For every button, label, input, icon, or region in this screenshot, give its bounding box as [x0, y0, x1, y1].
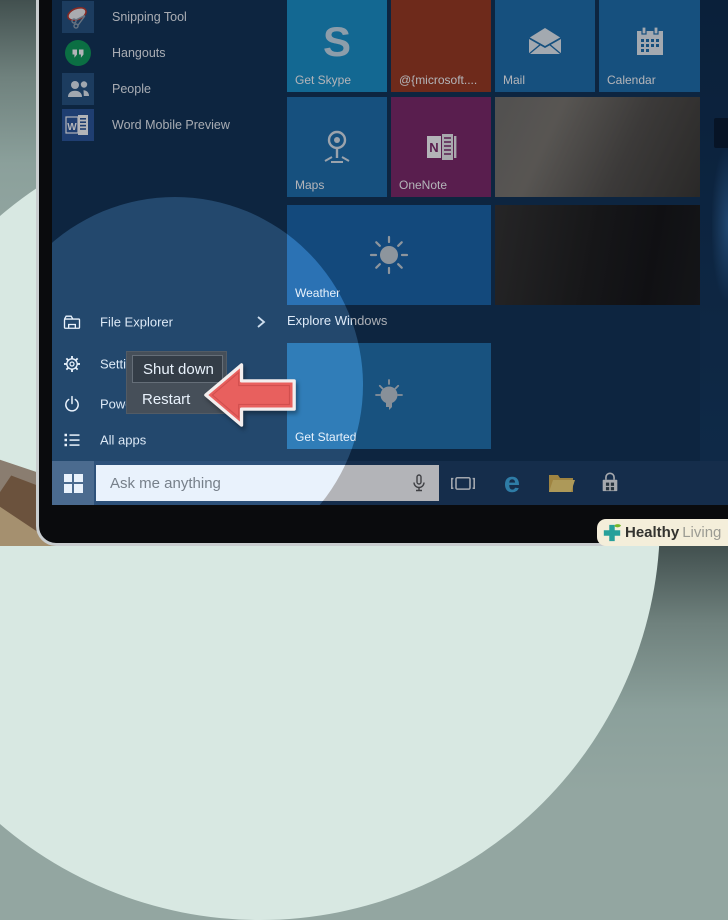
desktop-glow: [712, 150, 728, 300]
tile-maps[interactable]: Maps: [287, 97, 387, 197]
task-view-icon: [451, 476, 475, 490]
app-item-people[interactable]: People: [62, 73, 292, 105]
menu-label: All apps: [100, 432, 147, 448]
file-explorer-taskbar-button[interactable]: [541, 461, 581, 505]
store-button[interactable]: [590, 461, 630, 505]
tile-label: Get Started: [295, 430, 357, 444]
word-icon: W: [62, 109, 94, 141]
healthy-living-cross-icon: [603, 523, 622, 541]
tile-microsoft[interactable]: @{microsoft....: [391, 0, 491, 92]
tile-dark-blurred[interactable]: [495, 205, 700, 305]
snipping-tool-icon: [62, 1, 94, 33]
tile-label: @{microsoft....: [399, 73, 478, 87]
app-item-snipping-tool[interactable]: Snipping Tool: [62, 1, 292, 33]
tile-label: Get Skype: [295, 73, 352, 87]
menu-label: File Explorer: [100, 314, 173, 330]
tile-onenote[interactable]: N OneNote: [391, 97, 491, 197]
edge-browser-button[interactable]: e: [492, 461, 532, 505]
tile-mail[interactable]: Mail: [495, 0, 595, 92]
start-menu-screen: Snipping Tool Hangouts People W Word Mob…: [52, 0, 728, 505]
tile-label: Weather: [295, 286, 341, 300]
section-explore-windows: Explore Windows: [287, 313, 388, 328]
context-item-label: Restart: [142, 390, 191, 408]
start-button[interactable]: [52, 461, 94, 505]
svg-text:W: W: [67, 122, 77, 133]
watermark-text-bold: Healthy: [625, 524, 680, 541]
app-item-word-mobile[interactable]: W Word Mobile Preview: [62, 109, 292, 141]
hangouts-icon: [62, 37, 94, 69]
menu-item-all-apps[interactable]: All apps: [62, 428, 277, 452]
chevron-right-icon: [257, 316, 266, 328]
file-explorer-icon: [63, 315, 81, 329]
power-icon: [65, 395, 79, 412]
task-view-button[interactable]: [443, 461, 483, 505]
tile-photos-blurred[interactable]: [495, 97, 700, 197]
tile-label: Maps: [295, 178, 325, 192]
app-item-hangouts[interactable]: Hangouts: [62, 37, 292, 69]
tile-get-skype[interactable]: S Get Skype: [287, 0, 387, 92]
edge-icon: e: [503, 466, 521, 499]
taskbar: e: [52, 461, 728, 505]
skype-glyph: S: [323, 18, 351, 65]
search-input[interactable]: [96, 465, 439, 501]
app-label: Hangouts: [112, 46, 166, 60]
onenote-glyph: N: [429, 140, 438, 155]
all-apps-icon: [64, 433, 80, 447]
tile-label: OneNote: [399, 178, 448, 192]
red-arrow-annotation: [204, 363, 296, 427]
store-icon: [602, 472, 618, 492]
gear-icon: [64, 356, 80, 372]
app-label: Word Mobile Preview: [112, 118, 230, 132]
desktop-notch: [714, 118, 728, 148]
tile-label: Calendar: [607, 73, 656, 87]
people-icon: [62, 73, 94, 105]
app-label: People: [112, 82, 151, 96]
microphone-icon[interactable]: [409, 473, 429, 493]
tile-weather[interactable]: Weather: [287, 205, 491, 305]
folder-icon: [549, 475, 575, 492]
healthy-living-watermark: Healthy Living: [597, 519, 728, 546]
tile-label: Mail: [503, 73, 526, 87]
app-label: Snipping Tool: [112, 10, 187, 24]
tile-calendar[interactable]: Calendar: [599, 0, 700, 92]
windows-start-icon: [63, 473, 83, 493]
search-box[interactable]: [96, 465, 439, 501]
tile-get-started[interactable]: Get Started: [287, 343, 491, 449]
watermark-text-light: Living: [682, 524, 722, 541]
menu-item-file-explorer[interactable]: File Explorer: [62, 310, 277, 334]
